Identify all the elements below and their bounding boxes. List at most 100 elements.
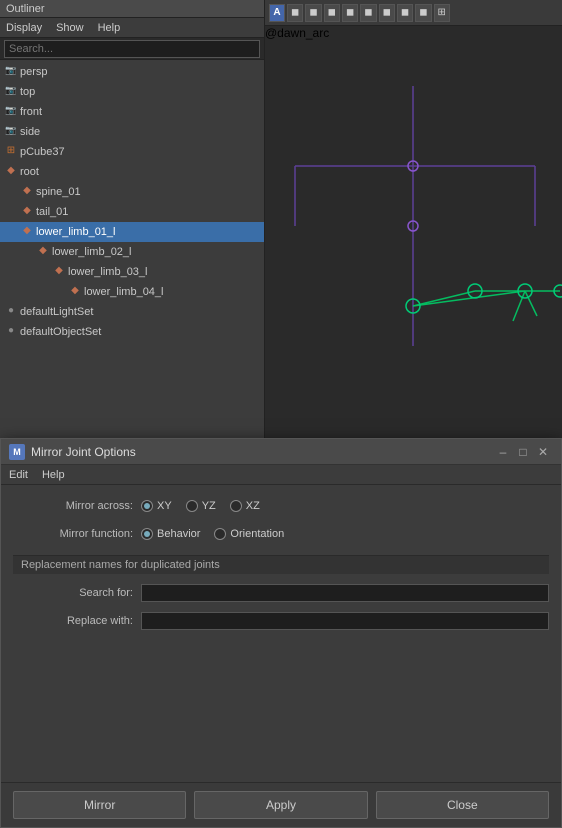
tree-item-front[interactable]: 📷 front bbox=[0, 102, 264, 122]
outliner-menu-show[interactable]: Show bbox=[56, 22, 84, 34]
mirror-across-yz[interactable]: YZ bbox=[186, 500, 216, 512]
outliner-search-bar bbox=[0, 38, 264, 60]
tree-item-top[interactable]: 📷 top bbox=[0, 82, 264, 102]
tree-icon-lower_limb_01_l: ◆ bbox=[20, 225, 34, 239]
dialog-titlebar: M Mirror Joint Options – □ ✕ bbox=[1, 439, 561, 465]
dialog-footer: Mirror Apply Close bbox=[1, 782, 561, 827]
tree-label-lower_limb_04_l: lower_limb_04_l bbox=[84, 286, 164, 298]
search-input[interactable] bbox=[4, 40, 260, 58]
radio-yz-indicator bbox=[186, 500, 198, 512]
tree-item-side[interactable]: 📷 side bbox=[0, 122, 264, 142]
tree-label-lower_limb_02_l: lower_limb_02_l bbox=[52, 246, 132, 258]
tree-label-pCube37: pCube37 bbox=[20, 146, 65, 158]
vp-btn-5[interactable]: ◼ bbox=[360, 4, 376, 22]
dialog-menubar: Edit Help bbox=[1, 465, 561, 485]
tree-item-lower_limb_02_l[interactable]: ◆ lower_limb_02_l bbox=[0, 242, 264, 262]
viewport-toolbar: A ◼ ◼ ◼ ◼ ◼ ◼ ◼ ◼ ⊞ bbox=[265, 0, 562, 26]
radio-xz-indicator bbox=[230, 500, 242, 512]
tree-cam-icon-top: 📷 bbox=[4, 85, 18, 99]
tree-item-persp[interactable]: 📷 persp bbox=[0, 62, 264, 82]
vp-btn-2[interactable]: ◼ bbox=[305, 4, 321, 22]
mirror-function-options: Behavior Orientation bbox=[141, 528, 284, 540]
vp-btn-4[interactable]: ◼ bbox=[342, 4, 358, 22]
outliner-titlebar: Outliner bbox=[0, 0, 264, 18]
tree-item-defaultObjectSet[interactable]: ● defaultObjectSet bbox=[0, 322, 264, 342]
tree-label-lower_limb_01_l: lower_limb_01_l bbox=[36, 226, 116, 238]
dialog-menu-help[interactable]: Help bbox=[42, 469, 65, 481]
tree-label-defaultObjectSet: defaultObjectSet bbox=[20, 326, 101, 338]
radio-xy-indicator bbox=[141, 500, 153, 512]
vp-btn-9[interactable]: ⊞ bbox=[434, 4, 450, 22]
tree-icon-lower_limb_03_l: ◆ bbox=[52, 265, 66, 279]
search-for-label: Search for: bbox=[13, 587, 133, 599]
vp-btn-a[interactable]: A bbox=[269, 4, 285, 22]
tree-icon-pCube37: ⊞ bbox=[4, 145, 18, 159]
outliner-menu-help[interactable]: Help bbox=[98, 22, 121, 34]
viewport-canvas[interactable]: @dawn_arc bbox=[265, 26, 562, 450]
vp-btn-1[interactable]: ◼ bbox=[287, 4, 303, 22]
tree-item-lower_limb_01_l[interactable]: ◆ lower_limb_01_l bbox=[0, 222, 264, 242]
tree-item-tail_01[interactable]: ◆ tail_01 bbox=[0, 202, 264, 222]
outliner-menu-display[interactable]: Display bbox=[6, 22, 42, 34]
tree-label-persp: persp bbox=[20, 66, 48, 78]
dialog-close-button[interactable]: ✕ bbox=[533, 443, 553, 461]
outliner-panel: Outliner Display Show Help 📷 persp📷 top📷… bbox=[0, 0, 265, 450]
tree-cam-icon-persp: 📷 bbox=[4, 65, 18, 79]
dialog-title-icon: M bbox=[9, 444, 25, 460]
mirror-across-options: XY YZ XZ bbox=[141, 500, 260, 512]
mirror-function-behavior[interactable]: Behavior bbox=[141, 528, 200, 540]
mirror-function-label: Mirror function: bbox=[13, 528, 133, 540]
radio-orientation-indicator bbox=[214, 528, 226, 540]
tree-icon-defaultLightSet: ● bbox=[4, 305, 18, 319]
tree-item-defaultLightSet[interactable]: ● defaultLightSet bbox=[0, 302, 264, 322]
tree-label-front: front bbox=[20, 106, 42, 118]
tree-item-lower_limb_04_l[interactable]: ◆ lower_limb_04_l bbox=[0, 282, 264, 302]
mirror-function-row: Mirror function: Behavior Orientation bbox=[13, 523, 549, 545]
dialog-menu-edit[interactable]: Edit bbox=[9, 469, 28, 481]
tree-icon-spine_01: ◆ bbox=[20, 185, 34, 199]
tree-icon-root: ◆ bbox=[4, 165, 18, 179]
mirror-across-xz[interactable]: XZ bbox=[230, 500, 260, 512]
apply-button[interactable]: Apply bbox=[194, 791, 367, 819]
tree-icon-lower_limb_02_l: ◆ bbox=[36, 245, 50, 259]
rig-visualization bbox=[265, 26, 562, 450]
tree-icon-defaultObjectSet: ● bbox=[4, 325, 18, 339]
tree-icon-lower_limb_04_l: ◆ bbox=[68, 285, 82, 299]
vp-btn-7[interactable]: ◼ bbox=[397, 4, 413, 22]
replace-with-label: Replace with: bbox=[13, 615, 133, 627]
tree-label-defaultLightSet: defaultLightSet bbox=[20, 306, 93, 318]
tree-item-root[interactable]: ◆ root bbox=[0, 162, 264, 182]
tree-cam-icon-front: 📷 bbox=[4, 105, 18, 119]
mirror-across-row: Mirror across: XY YZ XZ bbox=[13, 495, 549, 517]
vp-btn-3[interactable]: ◼ bbox=[324, 4, 340, 22]
tree-item-lower_limb_03_l[interactable]: ◆ lower_limb_03_l bbox=[0, 262, 264, 282]
vp-btn-8[interactable]: ◼ bbox=[415, 4, 431, 22]
viewport-panel: A ◼ ◼ ◼ ◼ ◼ ◼ ◼ ◼ ⊞ @dawn_arc bbox=[265, 0, 562, 450]
outliner-menubar: Display Show Help bbox=[0, 18, 264, 38]
tree-label-root: root bbox=[20, 166, 39, 178]
dialog-title: Mirror Joint Options bbox=[31, 445, 493, 459]
tree-icon-tail_01: ◆ bbox=[20, 205, 34, 219]
vp-btn-6[interactable]: ◼ bbox=[379, 4, 395, 22]
search-for-input[interactable] bbox=[141, 584, 549, 602]
tree-item-pCube37[interactable]: ⊞ pCube37 bbox=[0, 142, 264, 162]
dialog-content: Mirror across: XY YZ XZ Mirror function: bbox=[1, 485, 561, 782]
dialog-maximize-button[interactable]: □ bbox=[513, 443, 533, 461]
tree-label-tail_01: tail_01 bbox=[36, 206, 68, 218]
outliner-title: Outliner bbox=[6, 3, 45, 15]
mirror-joint-dialog: M Mirror Joint Options – □ ✕ Edit Help M… bbox=[0, 438, 562, 828]
radio-behavior-indicator bbox=[141, 528, 153, 540]
mirror-button[interactable]: Mirror bbox=[13, 791, 186, 819]
tree-label-lower_limb_03_l: lower_limb_03_l bbox=[68, 266, 148, 278]
tree-item-spine_01[interactable]: ◆ spine_01 bbox=[0, 182, 264, 202]
mirror-across-label: Mirror across: bbox=[13, 500, 133, 512]
mirror-function-orientation[interactable]: Orientation bbox=[214, 528, 284, 540]
tree-cam-icon-side: 📷 bbox=[4, 125, 18, 139]
tree-label-side: side bbox=[20, 126, 40, 138]
search-for-row: Search for: bbox=[13, 582, 549, 604]
replace-with-input[interactable] bbox=[141, 612, 549, 630]
dialog-minimize-button[interactable]: – bbox=[493, 443, 513, 461]
close-button[interactable]: Close bbox=[376, 791, 549, 819]
tree-label-spine_01: spine_01 bbox=[36, 186, 81, 198]
mirror-across-xy[interactable]: XY bbox=[141, 500, 172, 512]
